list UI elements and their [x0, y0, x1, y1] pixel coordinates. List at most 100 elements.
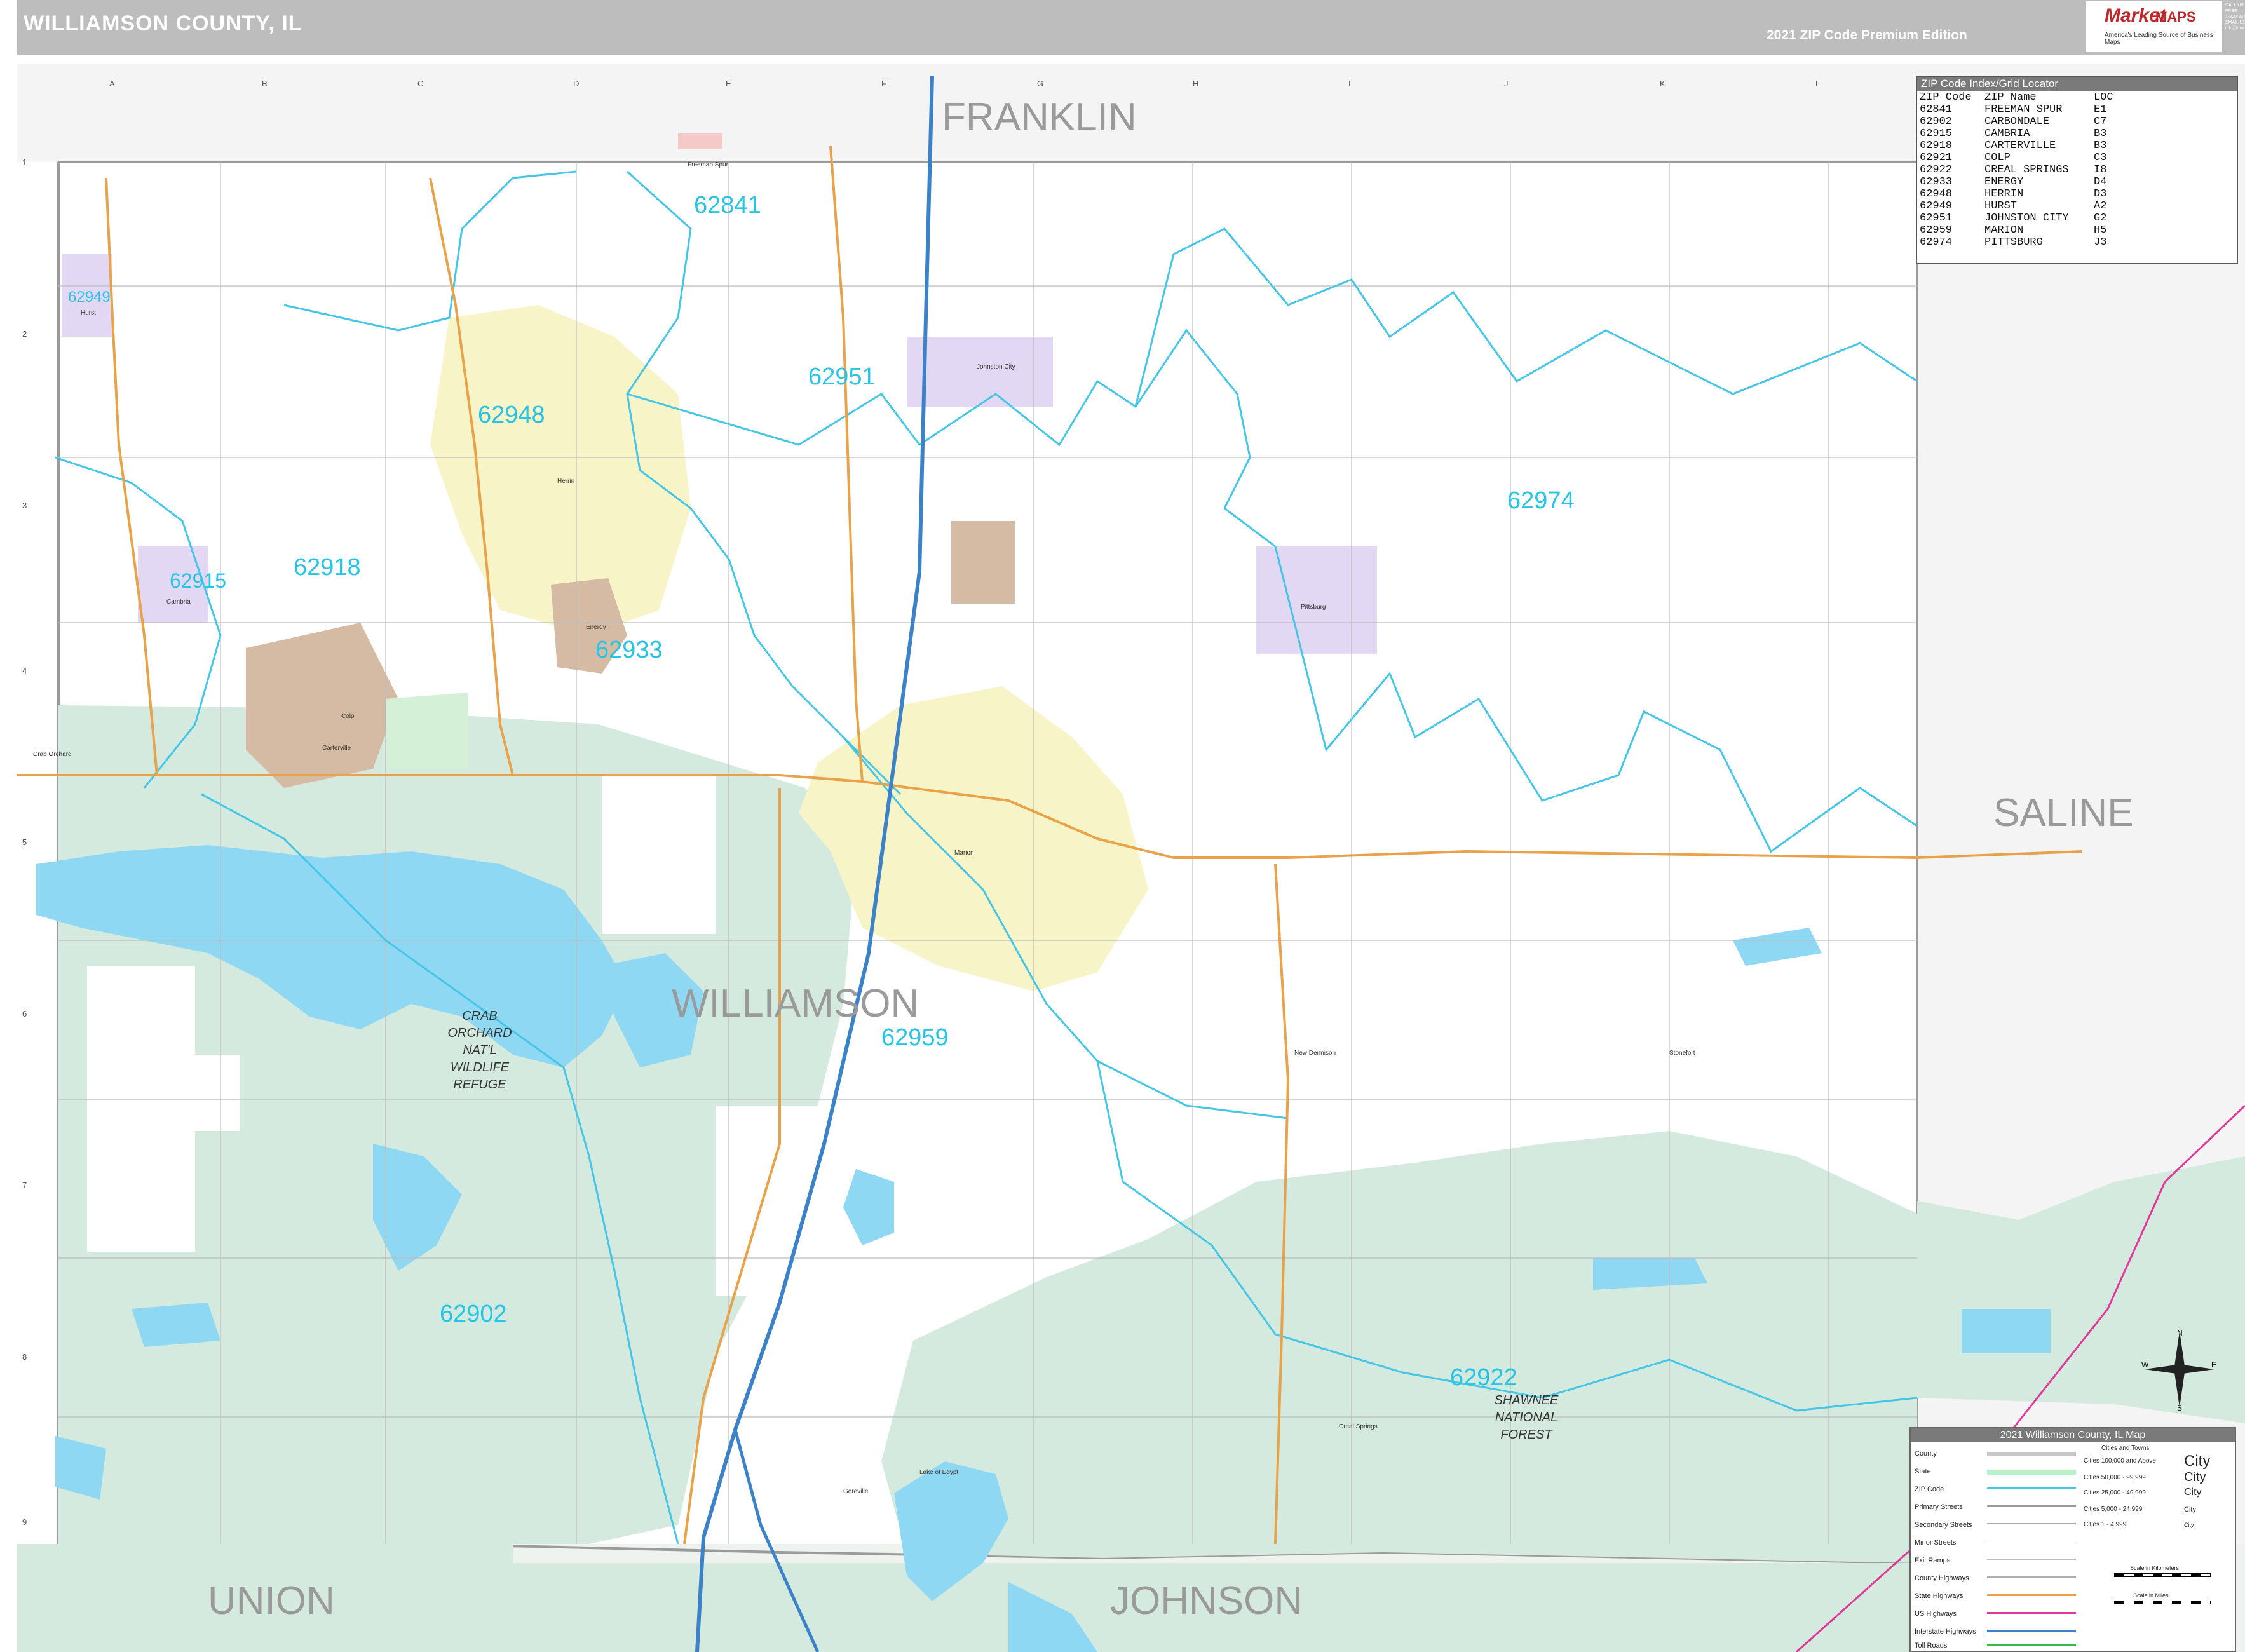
- table-row[interactable]: 62922 CREAL SPRINGS I8: [1920, 164, 2117, 176]
- legend-item-county: County: [1915, 1450, 1937, 1458]
- zip-name-cell: COLP: [1984, 152, 2011, 164]
- table-row[interactable]: 62902 CARBONDALE C7: [1920, 116, 2117, 128]
- town-label[interactable]: Pittsburg: [1301, 604, 1326, 611]
- table-row[interactable]: 62951 JOHNSTON CITY G2: [1920, 212, 2117, 224]
- scale-mi-label: Scale in Miles: [2133, 1592, 2169, 1599]
- header-zip-code: ZIP Code: [1920, 91, 1972, 104]
- table-row[interactable]: 62918 CARTERVILLE B3: [1920, 140, 2117, 152]
- county-map[interactable]: A B C D E F G H I J K L 1 2 3 4 5 6 7 8 …: [17, 64, 2245, 1652]
- zip-label[interactable]: 62974: [1507, 487, 1575, 514]
- table-row[interactable]: 62974 PITTSBURG J3: [1920, 236, 2117, 248]
- grid-col-B: B: [262, 79, 268, 88]
- loc-cell: B3: [2094, 128, 2107, 140]
- table-row[interactable]: 62948 HERRIN D3: [1920, 188, 2117, 200]
- compass-south: S: [2177, 1404, 2182, 1411]
- zip-label[interactable]: 62902: [440, 1301, 507, 1327]
- grid-row-6: 6: [22, 1009, 27, 1019]
- logo-maps-text: MAPS: [2155, 9, 2196, 25]
- header-bar: WILLIAMSON COUNTY, IL 2021 ZIP Code Prem…: [17, 0, 2245, 55]
- zip-code-cell: 62918: [1920, 140, 1953, 152]
- zip-label[interactable]: 62933: [595, 637, 663, 663]
- town-label[interactable]: Creal Springs: [1339, 1423, 1378, 1430]
- legend-swatch: [1987, 1452, 2076, 1456]
- table-row[interactable]: 62933 ENERGY D4: [1920, 176, 2117, 188]
- table-row[interactable]: 62841 FREEMAN SPUR E1: [1920, 104, 2117, 116]
- market-maps-logo: Market MAPS America's Leading Source of …: [2086, 1, 2222, 52]
- table-row[interactable]: 62921 COLP C3: [1920, 152, 2117, 164]
- grid-row-1: 1: [22, 158, 27, 167]
- contact-line: 1-800-334-6277: [2225, 15, 2245, 19]
- compass-north: N: [2177, 1329, 2183, 1337]
- grid-row-8: 8: [22, 1352, 27, 1362]
- legend-item-zip: ZIP Code: [1915, 1486, 1944, 1493]
- grid-col-H: H: [1193, 79, 1198, 88]
- zip-label[interactable]: 62918: [294, 554, 361, 581]
- town-label[interactable]: Cambria: [166, 599, 191, 606]
- table-row[interactable]: 62949 HURST A2: [1920, 200, 2117, 212]
- legend-swatch: [1987, 1523, 2076, 1524]
- zip-index-header-row: ZIP Code ZIP Name LOC: [1920, 91, 2117, 104]
- legend-swatch: [1987, 1576, 2076, 1578]
- grid-row-7: 7: [22, 1181, 27, 1190]
- forest-label-line: FOREST: [1500, 1428, 1553, 1442]
- town-label[interactable]: Goreville: [843, 1488, 869, 1495]
- zip-label[interactable]: 62951: [808, 363, 876, 390]
- zip-code-cell: 62959: [1920, 224, 1953, 236]
- zip-label[interactable]: 62949: [68, 288, 111, 306]
- shawnee-label: SHAWNEE NATIONAL FOREST: [1495, 1393, 1559, 1442]
- legend-swatch: [1987, 1630, 2076, 1632]
- grid-col-E: E: [726, 79, 731, 88]
- legend-city-range: Cities 100,000 and Above: [2084, 1458, 2156, 1465]
- johnston-city-urban-area: [907, 337, 1053, 407]
- zip-name-cell: HERRIN: [1984, 188, 2024, 200]
- legend-item-state: State: [1915, 1468, 1931, 1475]
- town-label[interactable]: Lake of Egypt: [919, 1469, 958, 1476]
- town-label[interactable]: Stonefort: [1669, 1050, 1695, 1057]
- town-label[interactable]: Marion: [954, 850, 974, 856]
- table-row[interactable]: 62915 CAMBRIA B3: [1920, 128, 2117, 140]
- town-label[interactable]: Herrin: [557, 478, 574, 485]
- zip-code-cell: 62841: [1920, 104, 1953, 116]
- town-label[interactable]: Carterville: [322, 745, 351, 752]
- town-label[interactable]: Freeman Spur: [688, 161, 729, 168]
- compass-west: W: [2141, 1360, 2149, 1369]
- legend-item-primary-streets: Primary Streets: [1915, 1503, 1963, 1511]
- legend-city-range: Cities 1 - 4,999: [2084, 1521, 2127, 1528]
- zip-label[interactable]: 62959: [881, 1024, 949, 1051]
- town-label[interactable]: Hurst: [81, 309, 96, 316]
- forest-label-line: REFUGE: [453, 1078, 506, 1092]
- scale-bar-km: [2114, 1573, 2211, 1577]
- town-label[interactable]: Crab Orchard: [33, 751, 72, 758]
- grid-col-D: D: [573, 79, 579, 88]
- town-label[interactable]: Energy: [586, 624, 606, 631]
- contact-line: info@marketmaps.com: [2225, 26, 2245, 30]
- lake: [132, 1303, 220, 1347]
- zip-code-cell: 62902: [1920, 116, 1953, 128]
- legend-item-secondary-streets: Secondary Streets: [1915, 1521, 1972, 1529]
- zip-code-cell: 62933: [1920, 176, 1953, 188]
- town-label[interactable]: New Dennison: [1294, 1050, 1336, 1057]
- contact-line: CALL US TOLL FREE: [2225, 3, 2245, 13]
- zip-label[interactable]: 62915: [170, 569, 226, 592]
- town-label[interactable]: Colp: [341, 713, 355, 720]
- zip-label[interactable]: 62841: [694, 192, 761, 219]
- legend-city-range: Cities 25,000 - 49,999: [2084, 1489, 2146, 1496]
- legend-city-symbol: City: [2184, 1470, 2206, 1484]
- loc-cell: C3: [2094, 152, 2107, 164]
- loc-cell: I8: [2094, 164, 2107, 176]
- map-legend: 2021 Williamson County, IL Map County St…: [1909, 1427, 2236, 1652]
- loc-cell: E1: [2094, 104, 2107, 116]
- page-title: WILLIAMSON COUNTY, IL: [24, 11, 302, 36]
- zip-name-cell: JOHNSTON CITY: [1984, 212, 2069, 224]
- forest-label-line: NAT'L: [463, 1043, 496, 1057]
- legend-city-range: Cities 50,000 - 99,999: [2084, 1474, 2146, 1481]
- zip-name-cell: CARTERVILLE: [1984, 140, 2056, 152]
- loc-cell: C7: [2094, 116, 2107, 128]
- county-label-franklin: FRANKLIN: [942, 95, 1137, 139]
- grid-col-K: K: [1660, 79, 1665, 88]
- zip-label[interactable]: 62948: [478, 402, 545, 428]
- town-label[interactable]: Johnston City: [977, 363, 1015, 370]
- table-row[interactable]: 62959 MARION H5: [1920, 224, 2117, 236]
- grid-row-5: 5: [22, 837, 27, 847]
- zip-label[interactable]: 62922: [1450, 1364, 1517, 1391]
